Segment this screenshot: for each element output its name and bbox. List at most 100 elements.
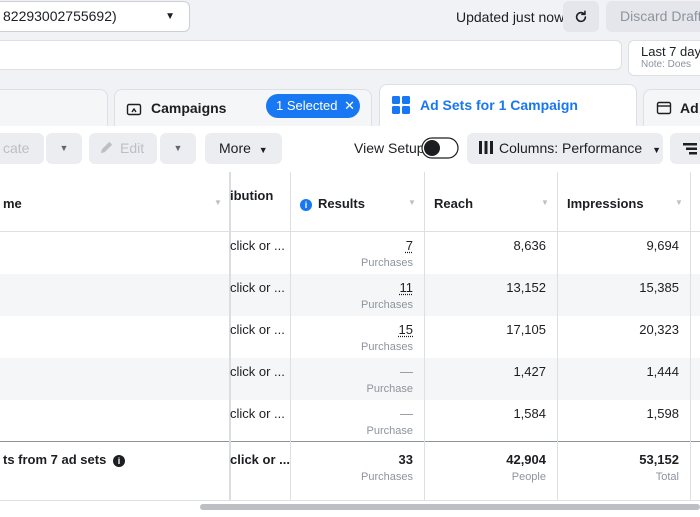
more-label: More [219,140,251,156]
toggle-switch [421,137,459,159]
info-icon[interactable]: i [300,199,312,211]
attribution-cell: click or ... [230,364,285,379]
tab-campaigns-label: Campaigns [151,100,227,116]
date-range-label: Last 7 day [641,44,700,59]
reach-cell: 8,636 [513,238,546,253]
totals-results: 33 [398,452,413,467]
column-header-name[interactable]: me [3,196,22,256]
horizontal-scrollbar[interactable] [200,504,700,510]
breakdown-icon [683,143,697,155]
reach-cell: 13,152 [506,280,546,295]
totals-impressions-unit: Total [655,471,679,483]
pencil-icon [100,141,113,154]
totals-reach: 42,904 [506,452,546,467]
view-setup-label: View Setup [354,140,425,156]
caret-down-icon: ▼ [258,145,268,155]
tab-ad-sets-label: Ad Sets for 1 Campaign [420,97,578,113]
column-header-reach[interactable]: Reach [434,196,473,256]
impressions-cell: 1,598 [646,406,679,421]
reach-cell: 1,427 [513,364,546,379]
selected-count-label: 1 Selected [276,98,338,113]
attribution-header-line1: ibution [230,188,274,203]
impressions-cell: 15,385 [639,280,679,295]
results-cell[interactable]: 7 [406,238,413,253]
totals-impressions: 53,152 [639,452,679,467]
tab-ads[interactable]: Ad [643,89,700,126]
tab-account-overview[interactable] [0,89,108,126]
impressions-cell: 9,694 [646,238,679,253]
results-cell[interactable]: 15 [399,322,413,337]
results-unit: Purchases [361,341,413,353]
top-bar: 82293002755692) ▼ Updated just now Disca… [0,0,700,34]
breakdown-button[interactable] [670,133,700,164]
totals-attribution: click or ... [230,452,290,467]
folder-icon [126,103,142,116]
sort-caret-icon[interactable]: ▼ [541,198,549,207]
ad-account-label: 82293002755692) [3,8,117,24]
columns-button[interactable]: Columns: Performance ▼ [467,133,663,164]
results-cell: — [400,406,413,421]
impressions-cell: 1,444 [646,364,679,379]
column-divider [557,172,558,500]
results-cell: — [400,364,413,379]
sort-caret-icon[interactable]: ▼ [675,198,683,207]
duplicate-dropdown-button[interactable]: ▼ [46,133,82,164]
refresh-button[interactable] [563,1,599,32]
edit-dropdown-button[interactable]: ▼ [160,133,196,164]
totals-name: ts from 7 ad sets [3,452,107,467]
columns-label: Columns: Performance [499,140,643,156]
row-stripe [0,358,700,400]
close-icon[interactable]: ✕ [344,98,355,113]
totals-label: ts from 7 ad sets i [3,452,125,467]
column-header-results[interactable]: i Results [300,196,365,256]
total-divider [0,441,700,442]
duplicate-button[interactable]: cate [0,133,44,164]
tab-ads-label: Ad [680,100,699,116]
more-button[interactable]: More ▼ [205,133,282,164]
attribution-cell: click or ... [230,406,285,421]
results-unit: Purchase [366,383,413,395]
results-unit: Purchase [366,425,413,437]
results-unit: Purchases [361,299,413,311]
results-unit: Purchases [361,257,413,269]
totals-results-unit: Purchases [361,471,413,483]
row-stripe [0,274,700,316]
ad-account-select[interactable]: 82293002755692) ▼ [0,1,190,32]
discard-draft-button[interactable]: Discard Draft [606,1,700,32]
date-range-picker[interactable]: Last 7 day Note: Does [628,40,700,76]
edit-label: Edit [120,140,145,156]
chevron-down-icon: ▼ [165,11,175,22]
level-tabs: Campaigns 1 Selected ✕ Ad Sets for 1 Cam… [0,84,700,126]
date-range-note: Note: Does [641,59,692,70]
reach-cell: 17,105 [506,322,546,337]
column-divider [690,172,691,500]
view-setup-toggle[interactable] [421,137,459,159]
ad-sets-table: me ▼ ibution i Results ▼ Reach ▼ Impressi… [0,172,700,517]
sort-caret-icon[interactable]: ▼ [214,198,222,207]
table-bottom-divider [0,500,700,501]
info-icon[interactable]: i [112,455,125,467]
attribution-cell: click or ... [230,238,285,253]
tab-ad-sets[interactable]: Ad Sets for 1 Campaign [379,84,637,126]
sort-caret-icon[interactable]: ▼ [408,198,416,207]
updated-status: Updated just now [456,9,565,25]
columns-icon [479,141,493,154]
ad-icon [656,101,672,115]
selected-filter-pill[interactable]: 1 Selected ✕ [266,94,360,118]
chevron-down-icon: ▼ [59,143,69,153]
edit-button[interactable]: Edit [89,133,157,164]
reach-cell: 1,584 [513,406,546,421]
results-cell[interactable]: 11 [400,280,414,295]
attribution-cell: click or ... [230,280,285,295]
caret-down-icon: ▼ [652,145,661,155]
impressions-cell: 20,323 [639,322,679,337]
results-header-label: Results [318,196,365,211]
column-header-impressions[interactable]: Impressions [567,196,644,256]
refresh-icon [575,10,587,22]
column-divider [424,172,425,500]
action-toolbar: cate ▼ Edit ▼ More ▼ View Setup Columns:… [0,126,700,172]
column-divider [290,172,291,500]
search-filter-bar[interactable] [0,40,622,70]
attribution-cell: click or ... [230,322,285,337]
ad-sets-grid-icon [392,96,410,114]
